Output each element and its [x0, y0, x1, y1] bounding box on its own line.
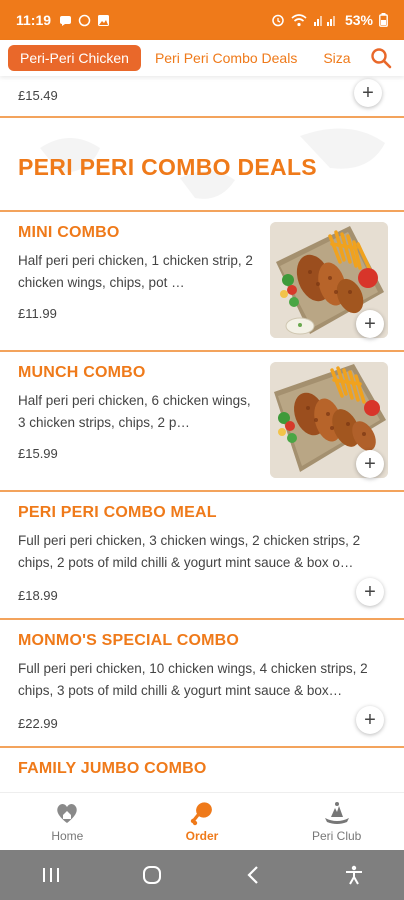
- list-item[interactable]: £15.49 +: [0, 76, 404, 118]
- menu-item[interactable]: MINI COMBO Half peri peri chicken, 1 chi…: [0, 210, 404, 350]
- tab-siza[interactable]: Siza: [311, 45, 362, 71]
- wifi-icon: [291, 13, 307, 26]
- nav-peri-club-label: Peri Club: [312, 829, 362, 843]
- item-name: MONMO'S SPECIAL COMBO: [18, 632, 240, 649]
- item-name: MINI COMBO: [18, 224, 120, 241]
- item-price: £18.99: [18, 588, 58, 603]
- plus-icon: +: [362, 82, 374, 104]
- status-time: 11:19: [16, 12, 52, 28]
- gallery-icon: [98, 14, 110, 26]
- bottom-navigation: Home Order Peri Club: [0, 792, 404, 850]
- item-name: PERI PERI COMBO MEAL: [18, 504, 217, 521]
- back-button[interactable]: [233, 855, 273, 895]
- recent-apps-button[interactable]: [31, 855, 71, 895]
- status-right: 53%: [271, 12, 388, 28]
- nav-home[interactable]: Home: [0, 793, 135, 850]
- menu-item[interactable]: MUNCH COMBO Half peri peri chicken, 6 ch…: [0, 350, 404, 490]
- nav-peri-club[interactable]: Peri Club: [269, 793, 404, 850]
- section-title: PERI PERI COMBO DEALS: [18, 154, 317, 180]
- menu-item[interactable]: MONMO'S SPECIAL COMBO Full peri peri chi…: [0, 618, 404, 746]
- tab-peri-peri-chicken[interactable]: Peri-Peri Chicken: [8, 45, 141, 71]
- add-item-button[interactable]: +: [356, 578, 384, 606]
- plus-icon: +: [364, 313, 376, 335]
- home-circle-icon: [142, 866, 161, 884]
- menu-item[interactable]: FAMILY JUMBO COMBO: [0, 746, 404, 792]
- item-description: Half peri peri chicken, 6 chicken wings,…: [18, 393, 251, 430]
- add-item-button[interactable]: +: [356, 450, 384, 478]
- whatsapp-icon: [78, 14, 91, 26]
- tab-peri-peri-combo-deals[interactable]: Peri Peri Combo Deals: [143, 45, 309, 71]
- nav-order[interactable]: Order: [135, 793, 270, 850]
- back-chevron-icon: [246, 866, 258, 884]
- category-tab-bar: Peri-Peri Chicken Peri Peri Combo Deals …: [0, 40, 404, 76]
- system-navigation-bar: [0, 850, 404, 900]
- item-description: Full peri peri chicken, 10 chicken wings…: [18, 661, 368, 698]
- plus-icon: +: [364, 453, 376, 475]
- message-icon: [60, 15, 72, 26]
- alarm-icon: [272, 14, 284, 27]
- item-price: £15.49: [18, 88, 58, 103]
- item-price: £11.99: [18, 306, 57, 321]
- search-button[interactable]: [366, 44, 396, 72]
- item-name: FAMILY JUMBO COMBO: [18, 760, 207, 777]
- drumstick-icon: [190, 802, 212, 826]
- accessibility-button[interactable]: [334, 855, 374, 895]
- item-name: MUNCH COMBO: [18, 364, 146, 381]
- item-price: £22.99: [18, 716, 58, 731]
- search-icon: [371, 48, 392, 69]
- nav-home-label: Home: [51, 829, 84, 843]
- add-item-button[interactable]: +: [356, 310, 384, 338]
- section-header: PERI PERI COMBO DEALS: [0, 118, 404, 210]
- peri-club-icon: [324, 802, 349, 824]
- accessibility-icon: [345, 865, 362, 885]
- menu-item[interactable]: PERI PERI COMBO MEAL Full peri peri chic…: [0, 490, 404, 618]
- item-description: Half peri peri chicken, 1 chicken strip,…: [18, 253, 253, 290]
- home-heart-icon: [57, 804, 78, 823]
- signal-icon: [313, 15, 335, 26]
- plus-icon: +: [364, 581, 376, 603]
- battery-icon: [379, 13, 388, 27]
- item-description: Full peri peri chicken, 3 chicken wings,…: [18, 533, 361, 570]
- recent-apps-icon: [42, 868, 59, 882]
- menu-list[interactable]: £15.49 + PERI PERI COMBO DEALS MINI COMB…: [0, 76, 404, 792]
- notification-icons: [59, 14, 110, 27]
- status-bar: 11:19 53%: [0, 0, 404, 40]
- item-price: £15.99: [18, 446, 58, 461]
- nav-order-label: Order: [185, 829, 219, 843]
- plus-icon: +: [364, 709, 376, 731]
- home-system-button[interactable]: [132, 855, 172, 895]
- battery-percent: 53%: [344, 12, 373, 28]
- add-item-button[interactable]: +: [354, 79, 382, 107]
- add-item-button[interactable]: +: [356, 706, 384, 734]
